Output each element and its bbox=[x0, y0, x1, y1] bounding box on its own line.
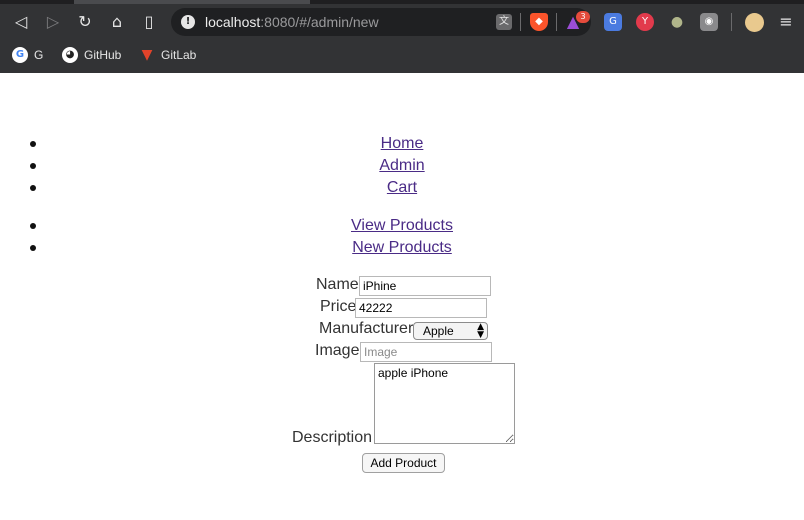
google-icon: G bbox=[12, 47, 28, 63]
tab-strip bbox=[0, 0, 804, 4]
image-label: Image bbox=[315, 342, 360, 359]
price-label: Price bbox=[320, 298, 357, 315]
manufacturer-label: Manufacturer bbox=[319, 320, 414, 337]
profile-avatar[interactable] bbox=[745, 13, 764, 32]
main-nav: Home Admin Cart bbox=[0, 133, 804, 199]
gitlab-icon: ▼ bbox=[141, 47, 153, 63]
reload-icon[interactable]: ↻ bbox=[75, 12, 95, 32]
admin-nav: View Products New Products bbox=[0, 215, 804, 259]
description-textarea[interactable]: apple iPhone bbox=[374, 363, 515, 444]
nav-item-new-products: New Products bbox=[0, 237, 804, 259]
back-icon[interactable]: ◁ bbox=[11, 12, 31, 32]
new-products-link[interactable]: New Products bbox=[352, 239, 452, 256]
extension-blob-icon[interactable]: ● bbox=[668, 13, 686, 31]
menu-icon[interactable]: ≡ bbox=[778, 12, 794, 32]
extension-red-icon[interactable]: Y bbox=[636, 13, 654, 31]
info-icon[interactable]: ! bbox=[181, 15, 195, 29]
bookmark-google[interactable]: G G bbox=[12, 46, 43, 64]
nav-item-cart: Cart bbox=[0, 177, 804, 199]
home-icon[interactable]: ⌂ bbox=[107, 12, 127, 32]
price-input[interactable] bbox=[355, 298, 487, 318]
address-bar[interactable]: ! localhost:8080/#/admin/new 文 bbox=[171, 8, 591, 36]
bookmark-icon[interactable]: ▯ bbox=[139, 12, 159, 32]
cart-link[interactable]: Cart bbox=[387, 179, 417, 196]
browser-chrome: ◁ ▷ ↻ ⌂ ▯ ! localhost:8080/#/admin/new 文… bbox=[0, 0, 804, 73]
translate-icon[interactable]: 文 bbox=[496, 14, 512, 30]
nav-item-home: Home bbox=[0, 133, 804, 155]
select-arrows-icon: ▲ ▼ bbox=[477, 322, 484, 340]
forward-icon: ▷ bbox=[46, 12, 60, 31]
add-product-button[interactable]: Add Product bbox=[362, 453, 445, 473]
bookmark-label: G bbox=[34, 48, 44, 62]
home-link[interactable]: Home bbox=[381, 135, 424, 152]
name-input[interactable] bbox=[359, 276, 491, 296]
nav-item-admin: Admin bbox=[0, 155, 804, 177]
description-label: Description bbox=[292, 429, 373, 446]
toolbar-separator bbox=[731, 13, 732, 31]
rewards-badge: 3 bbox=[576, 11, 590, 23]
bookmark-label: GitLab bbox=[161, 48, 197, 62]
active-tab[interactable] bbox=[74, 0, 310, 4]
google-translate-icon[interactable]: G bbox=[604, 13, 622, 31]
screenshot-icon[interactable]: ◉ bbox=[700, 13, 718, 31]
image-input[interactable] bbox=[360, 342, 492, 362]
github-icon: ◕ bbox=[62, 47, 78, 63]
url-path: :8080/#/admin/new bbox=[260, 14, 379, 30]
bookmark-gitlab[interactable]: ▼ GitLab bbox=[139, 46, 197, 64]
manufacturer-selected: Apple bbox=[423, 324, 454, 338]
brave-shields-icon[interactable]: ◆ bbox=[530, 13, 548, 31]
url-host: localhost bbox=[205, 14, 261, 30]
nav-item-view-products: View Products bbox=[0, 215, 804, 237]
admin-link[interactable]: Admin bbox=[379, 157, 424, 174]
manufacturer-select[interactable]: Apple ▲ ▼ bbox=[413, 322, 488, 340]
toolbar-separator bbox=[556, 13, 557, 31]
name-label: Name bbox=[316, 276, 359, 293]
bookmark-github[interactable]: ◕ GitHub bbox=[62, 46, 121, 64]
bookmarks-bar: G G ◕ GitHub ▼ GitLab bbox=[0, 44, 804, 66]
page-content: Home Admin Cart View Products New Produc… bbox=[0, 73, 804, 520]
bookmark-label: GitHub bbox=[84, 48, 122, 62]
url-text[interactable]: localhost:8080/#/admin/new bbox=[205, 14, 379, 30]
toolbar-separator bbox=[520, 13, 521, 31]
view-products-link[interactable]: View Products bbox=[351, 217, 453, 234]
